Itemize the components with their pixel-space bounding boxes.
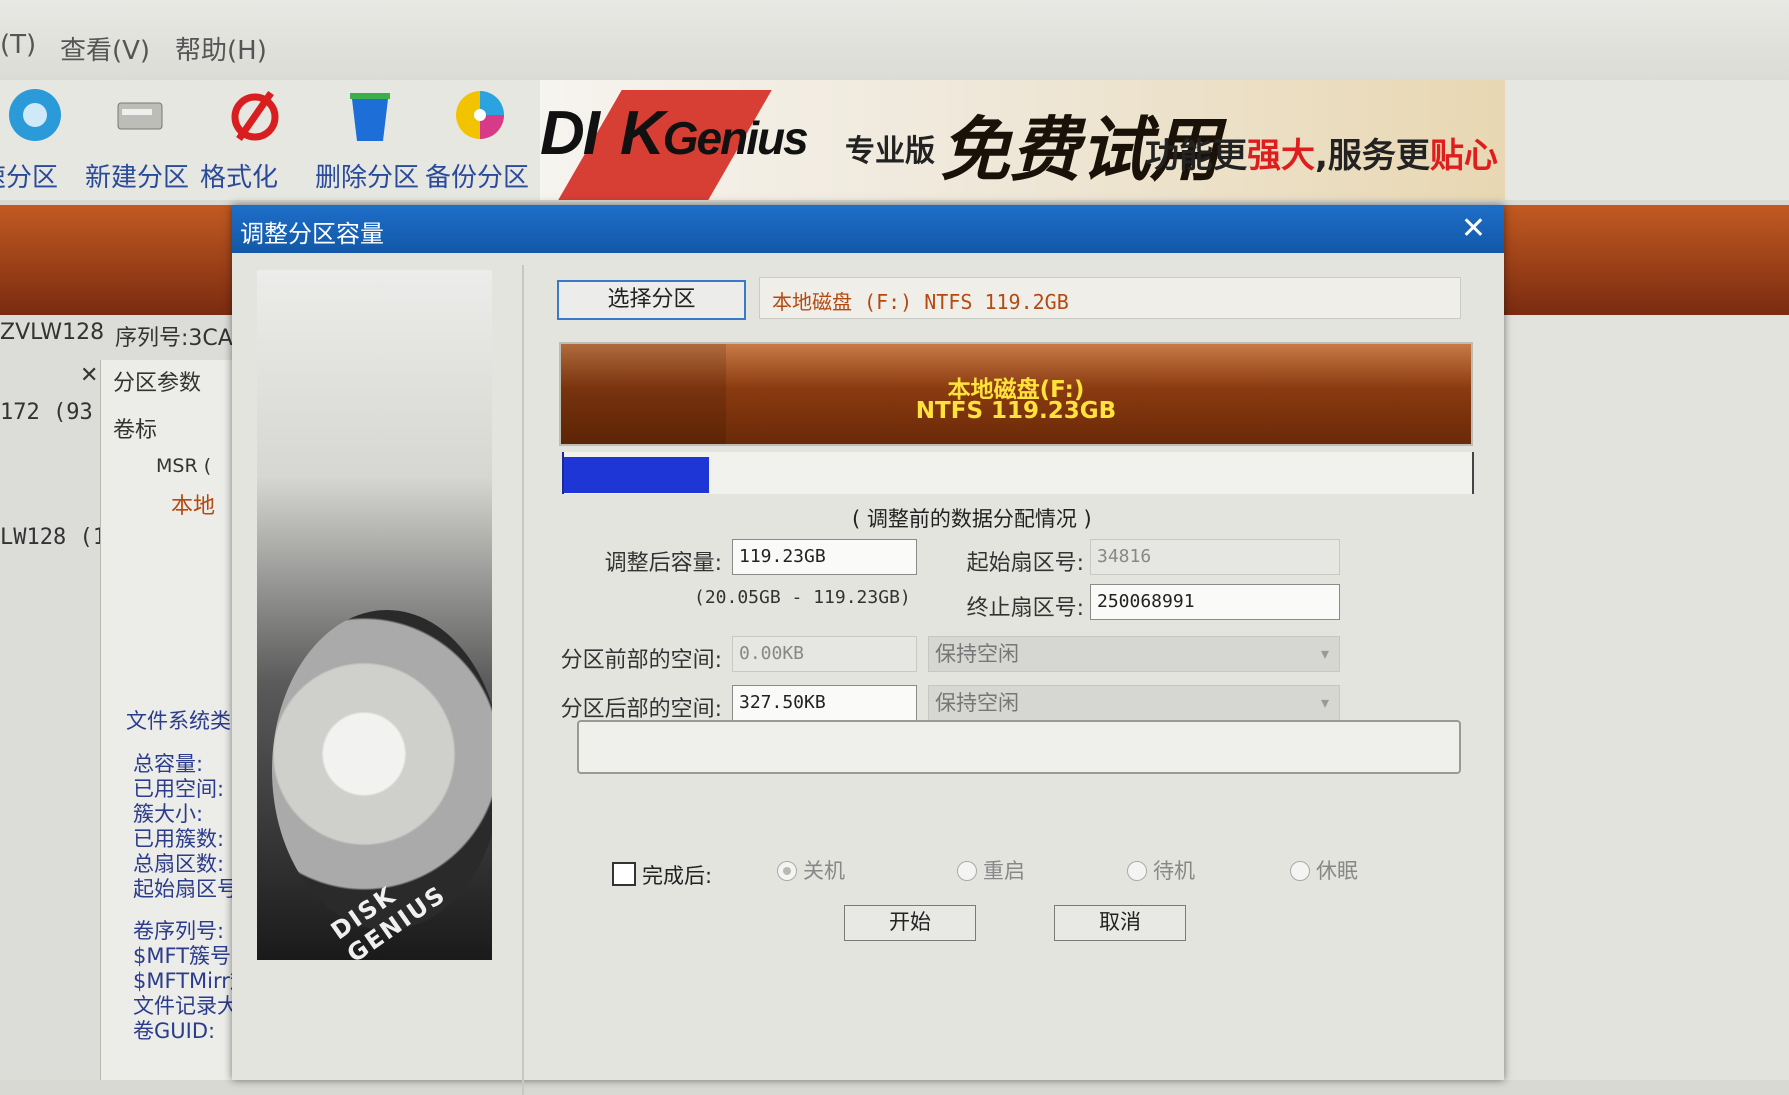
diskgenius-logo: DI KGenius [540, 99, 809, 168]
radio-hibernate: 休眠 [1290, 855, 1358, 885]
menu-help[interactable]: 帮助(H) [175, 30, 267, 67]
format-icon [231, 91, 279, 141]
tree-item[interactable]: 172 (93 [0, 400, 93, 425]
menu-tools[interactable]: (T) [0, 30, 36, 60]
radio-shutdown: 关机 [777, 855, 845, 885]
space-after-option: 保持空闲 [935, 691, 1019, 715]
data-usage-fill [564, 457, 710, 493]
space-after-label: 分区后部的空间: [560, 697, 722, 722]
new-partition-button[interactable]: 新建分区 [85, 85, 195, 195]
chevron-down-icon: ▾ [1320, 693, 1329, 712]
data-usage-bar [562, 452, 1474, 494]
cancel-button[interactable]: 取消 [1054, 905, 1186, 941]
tree-close-icon[interactable]: ✕ [80, 363, 98, 388]
size-input[interactable]: 119.23GB [732, 539, 917, 575]
slogan-text: 功能更强大,服务更贴心 [1145, 136, 1498, 176]
prop-label: 起始扇区号: [133, 877, 246, 901]
tree-item-local[interactable]: 本地 [171, 488, 215, 520]
right-background [1500, 315, 1789, 1080]
toolbar-label: 格式化 [200, 163, 279, 193]
prop-label: 卷GUID: [133, 1019, 216, 1043]
space-before-input: 0.00KB [732, 636, 917, 672]
tree-item[interactable]: LW128 (1 [0, 525, 106, 550]
toolbar-label: 速分区 [0, 163, 59, 193]
menu-bar: (T) 查看(V) 帮助(H) [0, 0, 1789, 80]
close-icon[interactable]: ✕ [1461, 211, 1486, 246]
volume-label-header: 卷标 [113, 418, 158, 443]
select-partition-button[interactable]: 选择分区 [557, 280, 746, 320]
delete-partition-button[interactable]: 删除分区 [315, 85, 425, 195]
partition-tree-panel: 分区参数 卷标 MSR ( 本地 文件系统类 总容量: 已用空间: 簇大小: 已… [100, 360, 251, 1080]
end-sector-label: 终止扇区号: [966, 596, 1084, 621]
space-after-input[interactable]: 327.50KB [732, 685, 917, 721]
space-before-label: 分区前部的空间: [560, 648, 722, 673]
progress-bar [577, 720, 1461, 774]
when-done-label: 完成后: [642, 864, 713, 888]
space-before-option: 保持空闲 [935, 642, 1019, 666]
partition-detail: NTFS 119.23GB [915, 398, 1117, 424]
space-before-select: 保持空闲 ▾ [928, 636, 1340, 672]
tab-partition-params[interactable]: 分区参数 [113, 365, 201, 397]
partition-bar[interactable]: 本地磁盘(F:) NTFS 119.23GB [559, 342, 1473, 446]
backup-partition-button[interactable]: 备份分区 [425, 85, 535, 195]
when-done-checkbox[interactable]: 完成后: [612, 860, 712, 890]
radio-dot [777, 861, 797, 881]
selected-partition-text: 本地磁盘 (F:) NTFS 119.2GB [772, 290, 1069, 314]
hard-disk-image: DISK GENIUS [257, 270, 492, 960]
toolbar-label: 删除分区 [315, 163, 420, 193]
quick-partition-icon [9, 89, 61, 141]
toolbar-label: 新建分区 [85, 163, 190, 193]
start-button[interactable]: 开始 [844, 905, 976, 941]
new-partition-icon [117, 102, 163, 130]
usage-caption: ( 调整前的数据分配情况 ) [852, 507, 1092, 531]
size-label: 调整后容量: [604, 551, 722, 576]
checkbox-box[interactable] [612, 862, 636, 886]
toolbar-label: 备份分区 [425, 163, 530, 193]
divider [522, 265, 524, 1095]
end-sector-input[interactable]: 250068991 [1090, 584, 1340, 620]
resize-partition-dialog: 调整分区容量 ✕ DISK GENIUS 选择分区 本地磁盘 (F:) NTFS… [232, 205, 1504, 1095]
delete-partition-icon [350, 93, 390, 141]
backup-partition-icon [456, 91, 504, 139]
diskgenius-banner: DI KGenius 专业版 免费试用 功能更强大,服务更贴心 [540, 80, 1505, 200]
start-sector-input: 34816 [1090, 539, 1340, 575]
size-range: (20.05GB - 119.23GB) [694, 587, 911, 608]
serial-label: 序列号:3CA [115, 326, 233, 351]
dialog-titlebar[interactable]: 调整分区容量 ✕ [232, 205, 1504, 253]
quick-partition-button[interactable]: 速分区 [0, 85, 90, 195]
radio-dot [957, 861, 977, 881]
radio-dot [1290, 861, 1310, 881]
radio-standby: 待机 [1127, 855, 1195, 885]
dialog-title: 调整分区容量 [240, 220, 384, 248]
fs-type-label: 文件系统类 [126, 709, 231, 733]
start-sector-label: 起始扇区号: [966, 551, 1084, 576]
radio-restart: 重启 [957, 855, 1025, 885]
chevron-down-icon: ▾ [1320, 644, 1329, 663]
menu-view[interactable]: 查看(V) [60, 30, 150, 67]
disk-id: ZVLW128 [0, 320, 105, 345]
edition-label: 专业版 [845, 134, 935, 169]
format-button[interactable]: 格式化 [200, 85, 310, 195]
selected-partition-info: 本地磁盘 (F:) NTFS 119.2GB [759, 277, 1461, 319]
tree-item-msr[interactable]: MSR ( [156, 455, 211, 477]
space-after-select: 保持空闲 ▾ [928, 685, 1340, 721]
radio-dot [1127, 861, 1147, 881]
